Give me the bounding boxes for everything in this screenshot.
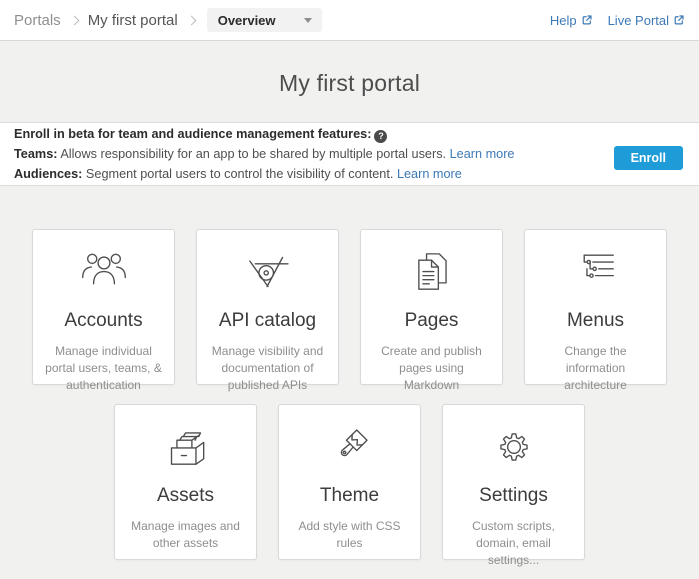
card-api-catalog[interactable]: API catalog Manage visibility and docume… [196,229,339,385]
teams-learn-more-link[interactable]: Learn more [450,147,515,161]
section-dropdown[interactable]: Overview [207,8,322,32]
top-bar: Portals My first portal Overview Help Li… [0,0,699,41]
documents-icon [403,243,461,301]
card-description: Manage images and other assets [115,518,256,552]
card-description: Custom scripts, domain, email settings..… [443,518,584,569]
card-title: Assets [157,483,214,509]
card-title: Pages [405,308,459,334]
card-description: Manage individual portal users, teams, &… [33,343,174,394]
beta-banner-audiences-line: Audiences: Segment portal users to contr… [14,164,515,184]
paintbrush-icon [321,418,379,476]
cards-section: Accounts Manage individual portal users,… [0,229,699,560]
live-portal-link-label: Live Portal [608,13,669,28]
card-theme[interactable]: Theme Add style with CSS rules [278,404,421,560]
audiences-learn-more-link[interactable]: Learn more [397,167,462,181]
gear-icon [485,418,543,476]
card-description: Change the information architecture [525,343,666,394]
beta-banner: Enroll in beta for team and audience man… [0,122,699,186]
aperture-icon [239,243,297,301]
audiences-text: Segment portal users to control the visi… [86,167,393,181]
card-title: Theme [320,483,379,509]
external-link-icon [581,14,593,26]
people-group-icon [75,243,133,301]
breadcrumb: Portals My first portal Overview [14,8,322,32]
nested-list-icon [567,243,625,301]
card-menus[interactable]: Menus Change the information architectur… [524,229,667,385]
chevron-right-icon [69,15,79,25]
teams-text: Allows responsibility for an app to be s… [60,147,446,161]
audiences-term: Audiences: [14,167,82,181]
card-catalog-icon [157,418,215,476]
card-title: Accounts [64,308,142,334]
help-circle-icon[interactable]: ? [374,130,387,143]
beta-banner-heading: Enroll in beta for team and audience man… [14,124,515,144]
breadcrumb-portals-link[interactable]: Portals [14,12,61,29]
chevron-right-icon [186,15,196,25]
enroll-button[interactable]: Enroll [614,146,683,170]
beta-banner-teams-line: Teams: Allows responsibility for an app … [14,144,515,164]
top-links: Help Live Portal [550,13,685,28]
card-title: API catalog [219,308,316,334]
card-title: Menus [567,308,624,334]
card-description: Create and publish pages using Markdown [361,343,502,394]
help-link-label: Help [550,13,577,28]
teams-term: Teams: [14,147,57,161]
card-description: Add style with CSS rules [279,518,420,552]
live-portal-link[interactable]: Live Portal [608,13,685,28]
card-row-2: Assets Manage images and other assets Th… [0,404,699,560]
card-description: Manage visibility and documentation of p… [197,343,338,394]
beta-banner-text: Enroll in beta for team and audience man… [14,124,515,184]
card-settings[interactable]: Settings Custom scripts, domain, email s… [442,404,585,560]
help-link[interactable]: Help [550,13,593,28]
card-pages[interactable]: Pages Create and publish pages using Mar… [360,229,503,385]
external-link-icon [673,14,685,26]
card-title: Settings [479,483,548,509]
page-title: My first portal [0,67,699,99]
breadcrumb-portal-name[interactable]: My first portal [88,12,178,29]
section-dropdown-label: Overview [218,13,276,28]
card-accounts[interactable]: Accounts Manage individual portal users,… [32,229,175,385]
card-row-1: Accounts Manage individual portal users,… [0,229,699,385]
chevron-down-icon [304,18,312,23]
card-assets[interactable]: Assets Manage images and other assets [114,404,257,560]
